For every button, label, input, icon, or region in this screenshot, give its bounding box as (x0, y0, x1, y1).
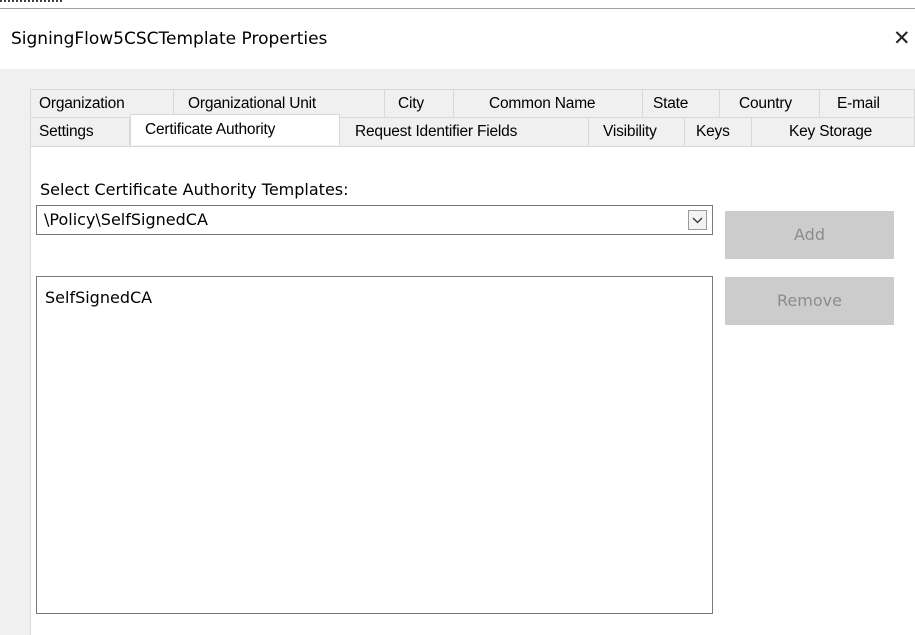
tab-certificate-authority[interactable]: Certificate Authority (130, 114, 340, 145)
tab-email[interactable]: E-mail (820, 89, 915, 118)
dialog-client-area: Organization Organizational Unit City Co… (0, 69, 915, 635)
window-title: SigningFlow5CSCTemplate Properties (11, 29, 328, 49)
template-combobox[interactable]: \Policy\SelfSignedCA (36, 205, 713, 235)
tab-country[interactable]: Country (720, 89, 820, 118)
tab-settings[interactable]: Settings (30, 117, 130, 146)
properties-window: SigningFlow5CSCTemplate Properties ✕ Org… (0, 0, 915, 635)
certificate-authority-panel: Select Certificate Authority Templates: … (30, 146, 915, 635)
tab-state[interactable]: State (643, 89, 720, 118)
tab-keys[interactable]: Keys (685, 117, 752, 146)
dropdown-button[interactable] (688, 210, 707, 230)
tab-city[interactable]: City (385, 89, 454, 118)
list-item[interactable]: SelfSignedCA (45, 287, 152, 309)
remove-button[interactable]: Remove (725, 277, 894, 325)
top-edge-fragment (0, 0, 62, 3)
close-icon[interactable]: ✕ (893, 23, 915, 53)
tab-visibility[interactable]: Visibility (589, 117, 685, 146)
select-templates-label: Select Certificate Authority Templates: (40, 180, 349, 199)
template-listbox[interactable]: SelfSignedCA (36, 276, 713, 614)
tab-row-front: Settings Certificate Authority Request I… (30, 114, 915, 146)
tab-common-name[interactable]: Common Name (454, 89, 643, 118)
add-button[interactable]: Add (725, 211, 894, 259)
tab-request-identifier-fields[interactable]: Request Identifier Fields (340, 117, 589, 146)
tab-key-storage[interactable]: Key Storage (752, 117, 915, 146)
combo-selected-value: \Policy\SelfSignedCA (44, 210, 208, 229)
title-bar: SigningFlow5CSCTemplate Properties ✕ (0, 9, 915, 69)
chevron-down-icon (692, 217, 703, 223)
